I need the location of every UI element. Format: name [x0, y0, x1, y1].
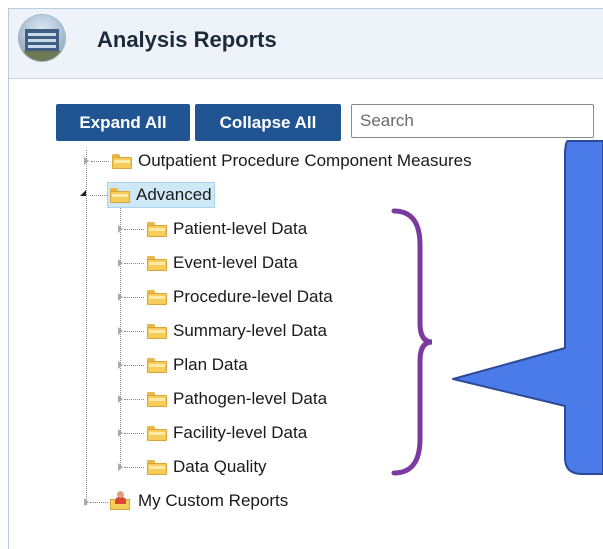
building-photo-icon	[19, 15, 65, 61]
collapse-all-button[interactable]: Collapse All	[195, 104, 341, 141]
folder-icon	[147, 221, 167, 237]
tree-item-event-level-data[interactable]: Event-level Data	[147, 251, 298, 275]
tree-item-label: Data Quality	[173, 457, 267, 476]
folder-icon	[147, 323, 167, 339]
tree-item-label: Pathogen-level Data	[173, 389, 328, 408]
tree-connector	[124, 399, 144, 400]
tree-item-label: My Custom Reports	[138, 491, 289, 510]
tree-connector	[124, 331, 144, 332]
folder-icon	[147, 459, 167, 475]
tree-connector	[124, 263, 144, 264]
expand-toggle-icon[interactable]	[84, 498, 89, 506]
tree-item-patient-level-data[interactable]: Patient-level Data	[147, 217, 307, 241]
folder-icon	[112, 153, 132, 169]
page-title: Analysis Reports	[97, 27, 277, 52]
folder-icon	[147, 255, 167, 271]
tree-item-label: Patient-level Data	[173, 219, 308, 238]
tree-item-label: Procedure-level Data	[173, 287, 333, 306]
tree-item-label: Outpatient Procedure Component Measures	[138, 151, 472, 170]
tree-connector	[90, 502, 108, 503]
tree-connector	[124, 433, 144, 434]
folder-icon	[147, 425, 167, 441]
tree-item-outpatient[interactable]: Outpatient Procedure Component Measures	[112, 149, 472, 173]
expand-toggle-icon[interactable]	[118, 293, 123, 301]
search-input[interactable]	[351, 104, 594, 138]
user-folder-icon	[110, 491, 132, 511]
expand-toggle-icon[interactable]	[84, 157, 89, 165]
curly-brace-annotation	[391, 208, 433, 476]
folder-icon	[147, 391, 167, 407]
tree-connector	[124, 229, 144, 230]
tree-item-pathogen-level-data[interactable]: Pathogen-level Data	[147, 387, 327, 411]
tree-connector	[124, 297, 144, 298]
expand-toggle-icon[interactable]	[118, 361, 123, 369]
expand-toggle-icon[interactable]	[118, 327, 123, 335]
tree-connector	[91, 161, 109, 162]
tree-item-plan-data[interactable]: Plan Data	[147, 353, 248, 377]
tree-item-advanced[interactable]: Advanced	[107, 182, 215, 208]
expand-all-button[interactable]: Expand All	[56, 104, 190, 141]
tree-connector	[124, 365, 144, 366]
expand-toggle-icon[interactable]	[118, 429, 123, 437]
expand-toggle-icon[interactable]	[118, 259, 123, 267]
tree-item-data-quality[interactable]: Data Quality	[147, 455, 267, 479]
tree-item-label: Event-level Data	[173, 253, 298, 272]
tree-connector	[90, 195, 107, 196]
tree-item-label: Advanced	[136, 185, 212, 204]
folder-icon	[147, 289, 167, 305]
tree-connector	[86, 150, 87, 505]
collapse-toggle-icon[interactable]	[80, 190, 86, 196]
tree-item-facility-level-data[interactable]: Facility-level Data	[147, 421, 307, 445]
callout-bubble	[452, 140, 603, 475]
tree-item-label: Summary-level Data	[173, 321, 327, 340]
expand-toggle-icon[interactable]	[118, 463, 123, 471]
tree-connector	[124, 467, 144, 468]
tree-item-my-custom-reports[interactable]: My Custom Reports	[110, 489, 288, 513]
expand-toggle-icon[interactable]	[118, 395, 123, 403]
tree-item-label: Plan Data	[173, 355, 248, 374]
tree-item-summary-level-data[interactable]: Summary-level Data	[147, 319, 327, 343]
folder-icon	[147, 357, 167, 373]
folder-icon	[110, 187, 130, 203]
tree-item-procedure-level-data[interactable]: Procedure-level Data	[147, 285, 333, 309]
expand-toggle-icon[interactable]	[118, 225, 123, 233]
tree-item-label: Facility-level Data	[173, 423, 308, 442]
